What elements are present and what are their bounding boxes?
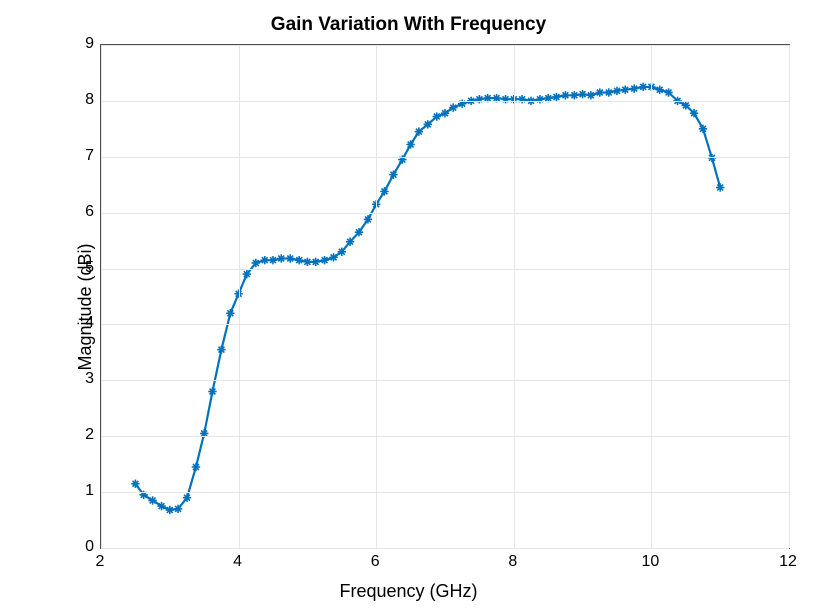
y-tick-label: 8 [76,91,94,109]
figure: Gain Variation With Frequency Magnitude … [0,0,817,614]
plot-area [100,44,790,549]
data-marker [655,86,663,94]
data-marker [338,248,346,256]
x-tick-label: 10 [641,553,659,571]
data-marker [174,505,182,513]
x-tick-label: 6 [371,553,380,571]
data-marker [295,256,303,264]
grid-line [101,45,102,548]
data-marker [183,494,191,502]
data-marker [561,91,569,99]
data-marker [243,270,251,278]
x-axis-label: Frequency (GHz) [0,581,817,602]
data-marker [716,183,724,191]
plot-svg [101,45,789,548]
data-marker [261,256,269,264]
data-line [135,87,720,510]
x-tick-label: 2 [96,553,105,571]
grid-line [101,213,789,214]
data-marker [708,154,716,162]
data-marker [433,112,441,120]
grid-line [514,45,515,548]
grid-line [101,269,789,270]
data-marker [311,258,319,266]
grid-line [101,324,789,325]
data-marker [346,238,354,246]
data-marker [217,345,225,353]
y-tick-label: 9 [76,35,94,53]
data-marker [131,480,139,488]
grid-line [101,436,789,437]
data-marker [621,86,629,94]
data-marker [364,215,372,223]
data-marker [613,87,621,95]
y-tick-label: 4 [76,314,94,332]
data-marker [269,256,277,264]
data-marker [630,84,638,92]
grid-line [789,45,790,548]
data-marker [208,387,216,395]
data-marker [406,140,414,148]
x-tick-label: 12 [779,553,797,571]
data-marker [320,256,328,264]
data-marker [380,187,388,195]
data-marker [475,95,483,103]
data-marker [605,88,613,96]
data-marker [303,258,311,266]
data-marker [578,90,586,98]
grid-line [101,380,789,381]
grid-line [376,45,377,548]
data-marker [192,463,200,471]
y-tick-label: 1 [76,482,94,500]
data-marker [664,88,672,96]
data-marker [415,127,423,135]
y-tick-label: 0 [76,538,94,556]
grid-line [239,45,240,548]
data-marker [570,91,578,99]
x-tick-label: 4 [233,553,242,571]
x-tick-label: 8 [508,553,517,571]
data-marker [518,95,526,103]
grid-line [101,548,789,549]
y-tick-label: 5 [76,259,94,277]
data-marker [690,109,698,117]
chart-title: Gain Variation With Frequency [0,14,817,36]
data-marker [424,120,432,128]
y-tick-label: 6 [76,203,94,221]
data-marker [639,83,647,91]
data-marker [277,254,285,262]
data-marker [682,101,690,109]
data-marker [166,506,174,514]
grid-line [101,492,789,493]
y-tick-label: 2 [76,426,94,444]
grid-line [651,45,652,548]
grid-line [101,157,789,158]
grid-line [101,101,789,102]
y-tick-label: 7 [76,147,94,165]
data-marker [587,91,595,99]
data-marker [501,95,509,103]
data-marker [226,309,234,317]
y-tick-label: 3 [76,370,94,388]
grid-line [101,45,789,46]
data-marker [286,254,294,262]
data-marker [596,88,604,96]
data-marker [449,103,457,111]
data-marker [699,125,707,133]
data-marker [536,95,544,103]
data-marker [441,109,449,117]
